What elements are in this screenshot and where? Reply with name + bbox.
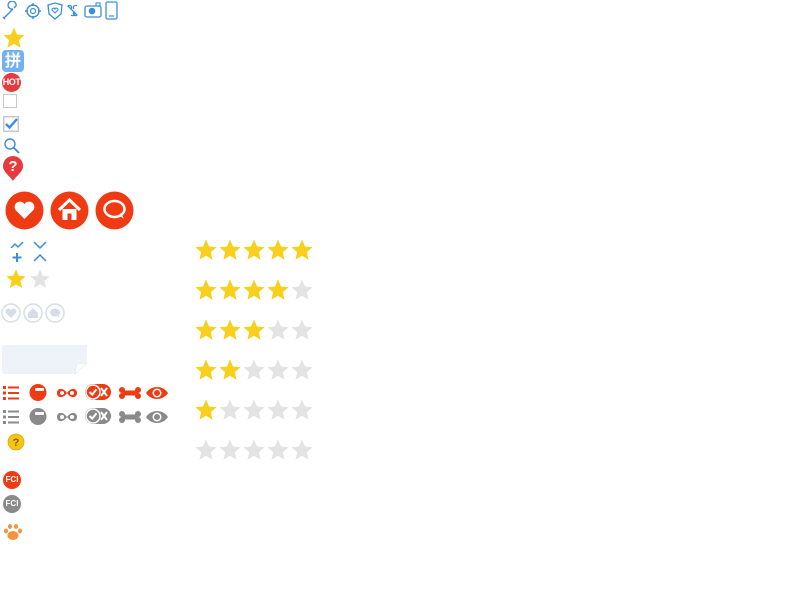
chevron-plus-icon[interactable] <box>9 241 25 263</box>
svg-text:?: ? <box>8 158 17 175</box>
star-filled-icon[interactable] <box>290 238 314 262</box>
star-empty-icon[interactable] <box>218 398 242 422</box>
help-bubble-icon[interactable]: ? <box>2 155 24 182</box>
list-icon[interactable] <box>2 407 20 427</box>
star-filled-icon[interactable] <box>242 318 266 342</box>
star-empty-icon[interactable] <box>194 438 218 462</box>
star-rating-row[interactable] <box>194 358 319 384</box>
fci-badge-gray: FCI <box>3 495 21 513</box>
home-icon-pale[interactable] <box>23 303 43 323</box>
star-rating-row[interactable] <box>194 238 319 264</box>
star-empty-icon[interactable] <box>242 398 266 422</box>
link-icon[interactable] <box>64 1 84 21</box>
star-icon <box>2 26 26 50</box>
eye-icon[interactable] <box>145 383 169 403</box>
star-empty-icon[interactable] <box>266 318 290 342</box>
star-empty-icon[interactable] <box>290 278 314 302</box>
star-rating-row[interactable] <box>194 278 319 304</box>
star-filled-icon[interactable] <box>218 318 242 342</box>
small-star-rating[interactable] <box>5 268 55 292</box>
question-icon[interactable]: ? <box>7 433 25 451</box>
check-x-toggle-icon[interactable] <box>84 383 112 403</box>
heart-button[interactable] <box>5 191 44 230</box>
star-filled-icon[interactable] <box>194 278 218 302</box>
wrench-icon[interactable] <box>1 1 21 21</box>
infinity-icon[interactable] <box>55 383 79 403</box>
chat-button[interactable] <box>95 191 134 230</box>
check-x-toggle-icon[interactable] <box>84 407 112 427</box>
star-filled-icon[interactable] <box>242 278 266 302</box>
action-icons-red-row <box>2 383 172 405</box>
search-icon[interactable] <box>3 137 21 155</box>
star-filled-icon[interactable] <box>194 318 218 342</box>
pin-badge: 拼 <box>2 50 24 72</box>
star-empty-icon[interactable] <box>242 358 266 382</box>
star-empty-icon[interactable] <box>266 398 290 422</box>
checkbox-checked[interactable] <box>3 116 19 132</box>
star-empty-icon[interactable] <box>266 358 290 382</box>
hot-badge: HOT <box>2 73 21 92</box>
checkbox-unchecked[interactable] <box>3 94 17 108</box>
paw-icon[interactable] <box>3 523 23 541</box>
paper-note <box>2 345 88 375</box>
chat-icon-pale[interactable] <box>45 303 65 323</box>
minus-circle-icon[interactable] <box>29 383 49 403</box>
star-filled-icon[interactable] <box>194 358 218 382</box>
star-filled-icon[interactable] <box>5 268 27 290</box>
eye-icon[interactable] <box>145 407 169 427</box>
infinity-icon[interactable] <box>55 407 79 427</box>
minus-circle-icon[interactable] <box>29 407 49 427</box>
shield-heart-icon[interactable] <box>45 1 65 21</box>
svg-text:?: ? <box>13 437 20 449</box>
star-empty-icon[interactable] <box>290 358 314 382</box>
top-icon-row <box>1 0 121 20</box>
star-filled-icon[interactable] <box>266 278 290 302</box>
star-empty-icon[interactable] <box>218 438 242 462</box>
star-filled-icon[interactable] <box>218 238 242 262</box>
camera-icon[interactable] <box>83 1 103 21</box>
star-rating-row[interactable] <box>194 438 319 464</box>
star-filled-icon[interactable] <box>218 278 242 302</box>
star-filled-icon[interactable] <box>242 238 266 262</box>
hot-badge-label: HOT <box>2 77 21 87</box>
star-empty-icon[interactable] <box>290 398 314 422</box>
star-ratings-list <box>194 238 324 478</box>
chevron-collapse-icon[interactable] <box>32 241 48 263</box>
star-empty-icon[interactable] <box>29 268 51 290</box>
action-icons-gray-row <box>2 407 172 429</box>
star-filled-icon[interactable] <box>266 238 290 262</box>
bone-icon[interactable] <box>118 407 142 427</box>
star-rating-row[interactable] <box>194 318 319 344</box>
home-button[interactable] <box>50 191 89 230</box>
list-icon[interactable] <box>2 383 20 403</box>
bone-icon[interactable] <box>118 383 142 403</box>
star-filled-icon[interactable] <box>218 358 242 382</box>
heart-icon-pale[interactable] <box>1 303 21 323</box>
star-rating-row[interactable] <box>194 398 319 424</box>
star-filled-icon[interactable] <box>194 238 218 262</box>
star-empty-icon[interactable] <box>290 318 314 342</box>
star-empty-icon[interactable] <box>290 438 314 462</box>
star-empty-icon[interactable] <box>242 438 266 462</box>
gear-icon[interactable] <box>23 1 43 21</box>
star-filled-icon[interactable] <box>194 398 218 422</box>
fci-badge-red: FCI <box>3 471 21 489</box>
star-empty-icon[interactable] <box>266 438 290 462</box>
phone-icon[interactable] <box>104 1 120 21</box>
